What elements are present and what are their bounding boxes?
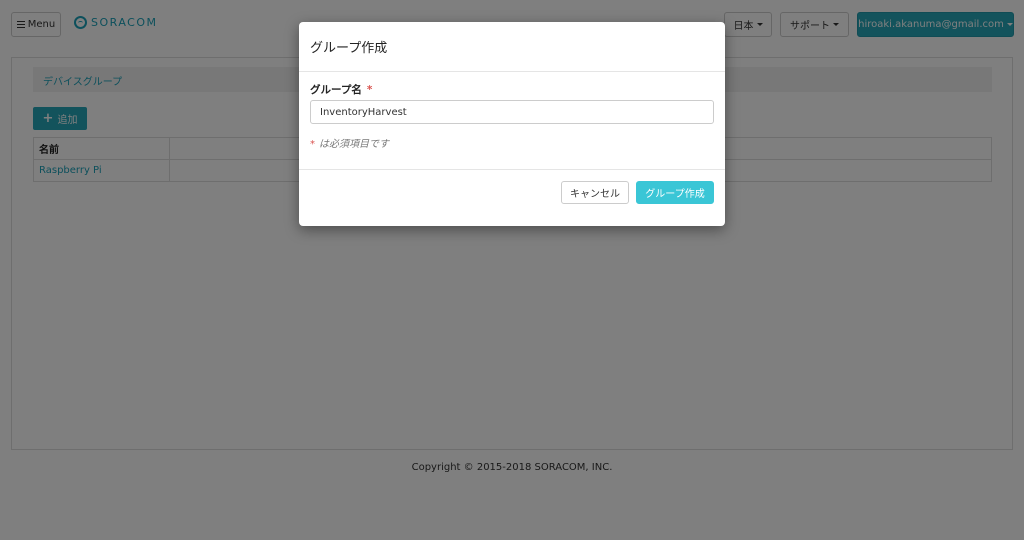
cancel-button[interactable]: キャンセル (561, 181, 629, 204)
required-note-text: は必須項目です (319, 139, 389, 150)
create-group-dialog: グループ作成 グループ名 * * は必須項目です キャンセル グループ作成 (299, 22, 725, 226)
create-group-button[interactable]: グループ作成 (636, 181, 714, 204)
required-asterisk: * (366, 84, 373, 96)
required-note: * は必須項目です (310, 135, 389, 150)
required-note-asterisk: * (310, 139, 315, 150)
group-name-input[interactable] (310, 100, 714, 124)
dialog-footer-divider (299, 169, 725, 170)
group-name-label-text: グループ名 (310, 84, 362, 96)
group-name-label: グループ名 * (310, 82, 372, 97)
dialog-title: グループ作成 (310, 41, 388, 56)
dialog-divider (299, 71, 725, 72)
